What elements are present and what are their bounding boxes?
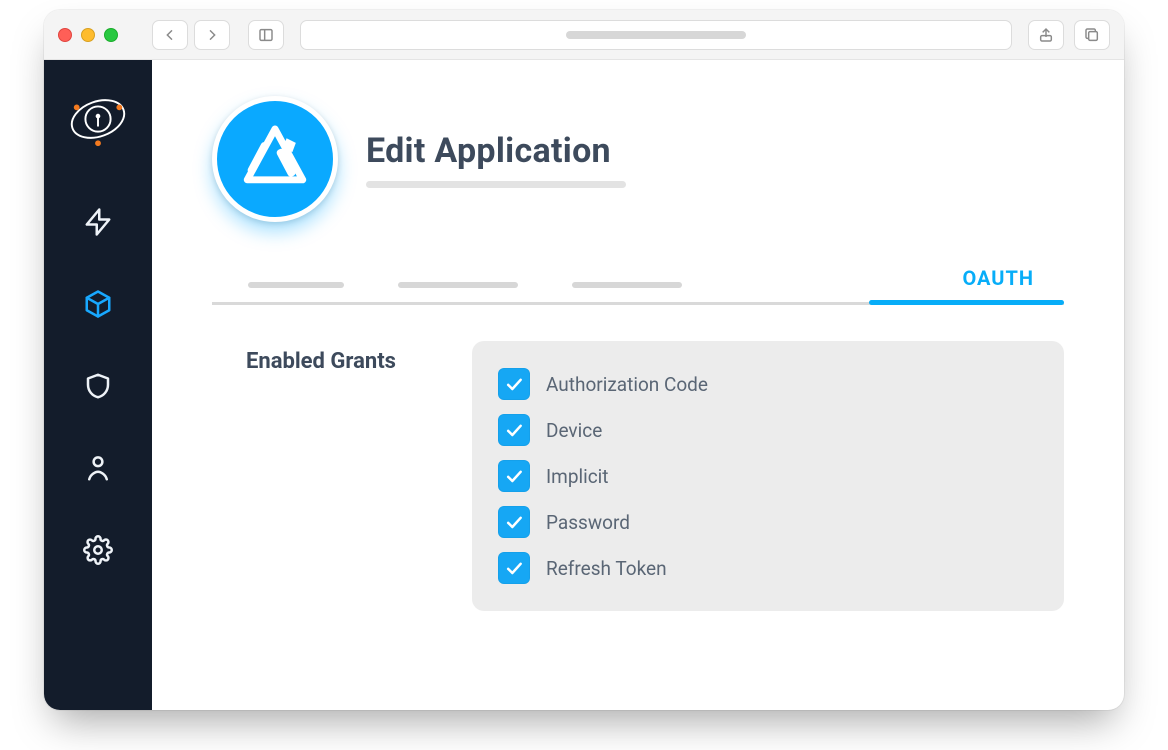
check-icon: [504, 466, 524, 486]
sidebar: [44, 60, 152, 710]
checkbox[interactable]: [498, 414, 530, 446]
tab-placeholder-2[interactable]: .: [398, 262, 518, 302]
checkbox[interactable]: [498, 460, 530, 492]
sidebar-item-security[interactable]: [76, 364, 120, 408]
shield-icon: [83, 371, 113, 401]
checkbox[interactable]: [498, 368, 530, 400]
share-button[interactable]: [1028, 20, 1064, 50]
active-tab-underline: [869, 300, 1064, 305]
grant-item: Implicit: [498, 453, 1038, 499]
tab-placeholder-3[interactable]: .: [572, 262, 682, 302]
app-body: Edit Application . . . OAUTH Enabled Gra…: [44, 60, 1124, 710]
title-underline: [366, 181, 626, 188]
page-title: Edit Application: [366, 131, 626, 171]
tab-bar: . . . OAUTH: [212, 262, 1064, 305]
gear-icon: [83, 535, 113, 565]
grant-label: Device: [546, 419, 602, 442]
grant-item: Refresh Token: [498, 545, 1038, 591]
tab-oauth[interactable]: OAUTH: [956, 262, 1040, 302]
minimize-window-icon[interactable]: [81, 28, 95, 42]
tabs-button[interactable]: [1074, 20, 1110, 50]
user-icon: [83, 453, 113, 483]
check-icon: [504, 374, 524, 394]
grants-panel: Authorization Code Device Implicit Passw…: [472, 341, 1064, 611]
check-icon: [504, 558, 524, 578]
app-tools-icon: [238, 122, 312, 196]
grant-item: Device: [498, 407, 1038, 453]
checkbox[interactable]: [498, 506, 530, 538]
forward-button[interactable]: [194, 20, 230, 50]
grant-label: Authorization Code: [546, 373, 708, 396]
application-avatar: [212, 96, 338, 222]
check-icon: [504, 420, 524, 440]
sidebar-item-users[interactable]: [76, 446, 120, 490]
grant-item: Password: [498, 499, 1038, 545]
grant-item: Authorization Code: [498, 361, 1038, 407]
bolt-icon: [83, 207, 113, 237]
main-content: Edit Application . . . OAUTH Enabled Gra…: [152, 60, 1124, 710]
sidebar-item-activity[interactable]: [76, 200, 120, 244]
checkbox[interactable]: [498, 552, 530, 584]
back-button[interactable]: [152, 20, 188, 50]
grant-label: Password: [546, 511, 630, 534]
address-bar[interactable]: [300, 20, 1012, 50]
tab-placeholder-1[interactable]: .: [248, 262, 344, 302]
titlebar: [44, 10, 1124, 60]
sidebar-toggle-button[interactable]: [248, 20, 284, 50]
brand-logo[interactable]: [67, 88, 129, 154]
sidebar-item-applications[interactable]: [76, 282, 120, 326]
section-label-enabled-grants: Enabled Grants: [212, 341, 432, 611]
browser-window: Edit Application . . . OAUTH Enabled Gra…: [44, 10, 1124, 710]
check-icon: [504, 512, 524, 532]
close-window-icon[interactable]: [58, 28, 72, 42]
cube-icon: [83, 289, 113, 319]
window-controls: [58, 28, 118, 42]
maximize-window-icon[interactable]: [104, 28, 118, 42]
sidebar-item-settings[interactable]: [76, 528, 120, 572]
address-placeholder: [566, 31, 746, 39]
grant-label: Refresh Token: [546, 557, 667, 580]
grant-label: Implicit: [546, 465, 609, 488]
